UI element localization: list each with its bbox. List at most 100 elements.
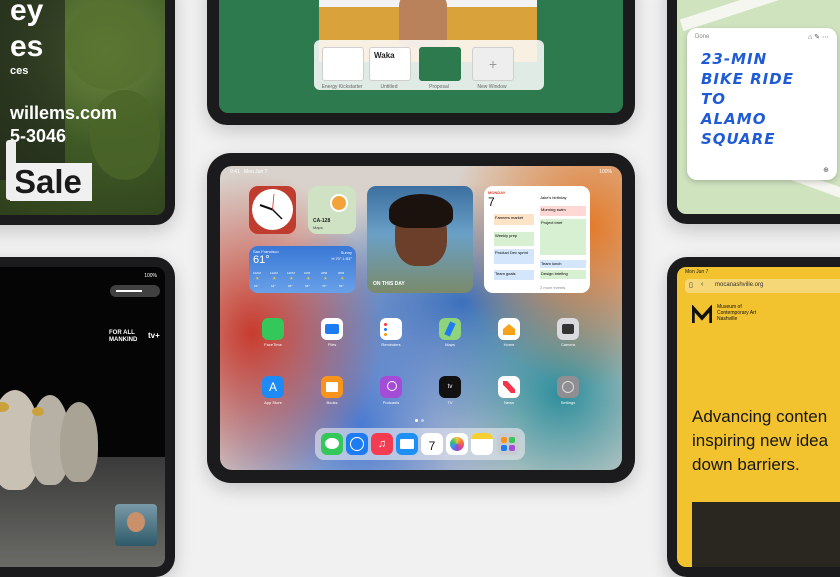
- app-store-app-icon[interactable]: A: [262, 376, 284, 398]
- volume-slider[interactable]: [110, 285, 160, 297]
- weather-hour-temp: 61°: [254, 284, 259, 288]
- calendar-day: 7: [488, 195, 495, 209]
- realty-email: willems.com: [10, 103, 118, 123]
- app-label: Podcasts: [382, 400, 400, 405]
- calendar-event[interactable]: Farmers market: [494, 214, 534, 225]
- safari-status: Mon Jun 7: [685, 269, 709, 275]
- photos-widget[interactable]: ON THIS DAY: [367, 186, 473, 293]
- news-app-icon[interactable]: [498, 376, 520, 398]
- playback-scrubber[interactable]: [0, 552, 88, 554]
- sun-icon: ☀: [306, 276, 311, 282]
- visor: [32, 407, 44, 416]
- thumbnail-3[interactable]: [419, 47, 461, 81]
- weather-hour: 12PM: [287, 271, 295, 275]
- calendar-event[interactable]: Weekly prep: [494, 232, 534, 246]
- mail-app-icon[interactable]: [396, 433, 418, 455]
- tv-plus-logo: tv+: [148, 331, 160, 340]
- tv-screen: 100% FOR ALL MANKIND tv+: [0, 267, 165, 567]
- note-line-1: 23-MIN: [701, 50, 768, 68]
- status-date: Mon Jun 7: [244, 169, 268, 175]
- sun-icon: ☀: [289, 276, 294, 282]
- note-line-4: ALAMO: [701, 110, 767, 128]
- calendar-event[interactable]: Team lunch: [540, 260, 586, 268]
- safari-screen: Mon Jun 7 ▯ ‹ mocanashville.org Museum o…: [677, 267, 840, 567]
- calendar-event[interactable]: Product Dev sprint: [494, 249, 534, 264]
- astronaut: [60, 402, 98, 482]
- note-tools-icons[interactable]: ⌂ ✎ ⋯: [808, 33, 829, 41]
- app-label: App Store: [264, 400, 282, 405]
- home-app-icon[interactable]: [498, 318, 520, 340]
- safari-app-icon[interactable]: [346, 433, 368, 455]
- stage-screen: Waka + Energy Kickstarter Untitled Propo…: [219, 0, 623, 113]
- camera-app-icon[interactable]: [557, 318, 579, 340]
- ipad-realty: ey es ces willems.com 5-3046 Sale: [0, 0, 175, 225]
- app-label: FaceTime: [264, 342, 282, 347]
- status-battery: 100%: [599, 169, 612, 175]
- thumb-title: Waka: [374, 51, 395, 60]
- app-label: TV: [447, 400, 453, 405]
- note-share-icon[interactable]: ⊕: [823, 166, 829, 174]
- show-title: FOR ALL MANKIND: [109, 330, 138, 343]
- maps-app-icon[interactable]: [439, 318, 461, 340]
- safari-address-bar[interactable]: ▯ ‹ mocanashville.org: [685, 279, 840, 293]
- weather-widget[interactable]: San Francisco 61° Sunny H:70° L:53° 10AM…: [249, 246, 356, 293]
- calendar-event[interactable]: Project brief: [540, 219, 586, 255]
- headline-line-1: Advancing conten: [692, 407, 828, 426]
- music-app-icon[interactable]: ♫: [371, 433, 393, 455]
- weather-range: H:70° L:53°: [331, 256, 352, 261]
- weather-hour-temp: 64°: [271, 284, 276, 288]
- app-label: Home: [503, 342, 515, 347]
- ipad-home-screen: 9:41 Mon Jun 7 100% CA-128 Maps ON THIS …: [207, 153, 635, 483]
- thumbnail-2[interactable]: Waka: [369, 47, 411, 81]
- realty-line3: ces: [10, 65, 29, 77]
- tv-app-icon[interactable]: tv: [439, 376, 461, 398]
- app-label: Books: [326, 400, 338, 405]
- clock-widget[interactable]: [249, 186, 296, 234]
- app-label: Camera: [560, 342, 576, 347]
- facetime-pip[interactable]: [115, 504, 157, 546]
- sun-icon: ☀: [323, 276, 328, 282]
- calendar-event[interactable]: Team goals: [494, 270, 534, 280]
- calendar-widget[interactable]: MONDAY 7 Farmers market Weekly prep Prod…: [484, 186, 590, 293]
- realty-screen: ey es ces willems.com 5-3046 Sale: [0, 0, 165, 215]
- books-app-icon[interactable]: [321, 376, 343, 398]
- back-icon[interactable]: ‹: [701, 281, 703, 288]
- note-line-5: SQUARE: [701, 130, 776, 148]
- facetime-app-icon[interactable]: [262, 318, 284, 340]
- clock-hands-icon: [259, 193, 283, 220]
- note-done-button[interactable]: Done: [695, 34, 709, 40]
- new-window-button[interactable]: +: [472, 47, 514, 81]
- photos-app-icon[interactable]: [446, 433, 468, 455]
- podcasts-app-icon[interactable]: [380, 376, 402, 398]
- reminders-app-icon[interactable]: [380, 318, 402, 340]
- calendar-more: 2 more events: [540, 285, 566, 290]
- calendar-event[interactable]: Design briefing: [540, 270, 586, 279]
- files-app-icon[interactable]: [321, 318, 343, 340]
- page-dots[interactable]: [415, 419, 427, 422]
- app-label: News: [503, 400, 514, 405]
- thumbnail-1[interactable]: [322, 47, 364, 81]
- headline-line-3: down barriers.: [692, 455, 800, 474]
- realty-phone: 5-3046: [10, 126, 67, 146]
- messages-app-icon[interactable]: [321, 433, 343, 455]
- status-time: 9:41: [230, 169, 240, 175]
- weather-hour-temp: 66°: [288, 284, 293, 288]
- headline-line-2: inspiring new idea: [692, 431, 829, 450]
- museum-name: Museum of Contemporary Art Nashville: [717, 304, 757, 322]
- app-label: Maps: [445, 342, 455, 347]
- sun-icon: ☀: [255, 276, 260, 282]
- sun-icon: ☀: [340, 276, 345, 282]
- calendar-app-icon[interactable]: 7: [421, 433, 443, 455]
- calendar-event[interactable]: Morning swim: [540, 206, 586, 216]
- sidebar-icon[interactable]: ▯: [689, 281, 693, 289]
- quick-note[interactable]: Done ⌂ ✎ ⋯ 23-MIN BIKE RIDE TO ALAMO SQU…: [687, 28, 837, 180]
- weather-hour-temp: 68°: [305, 284, 310, 288]
- notes-app-icon[interactable]: [471, 433, 493, 455]
- calendar-event[interactable]: Jake's birthday: [540, 195, 586, 202]
- clock-face: [252, 189, 293, 230]
- settings-app-icon[interactable]: [557, 376, 579, 398]
- app-library-icon[interactable]: [497, 433, 519, 455]
- markup-toolbar[interactable]: [6, 140, 16, 200]
- safari-url: mocanashville.org: [715, 282, 764, 288]
- maps-widget[interactable]: CA-128 Maps: [308, 186, 356, 234]
